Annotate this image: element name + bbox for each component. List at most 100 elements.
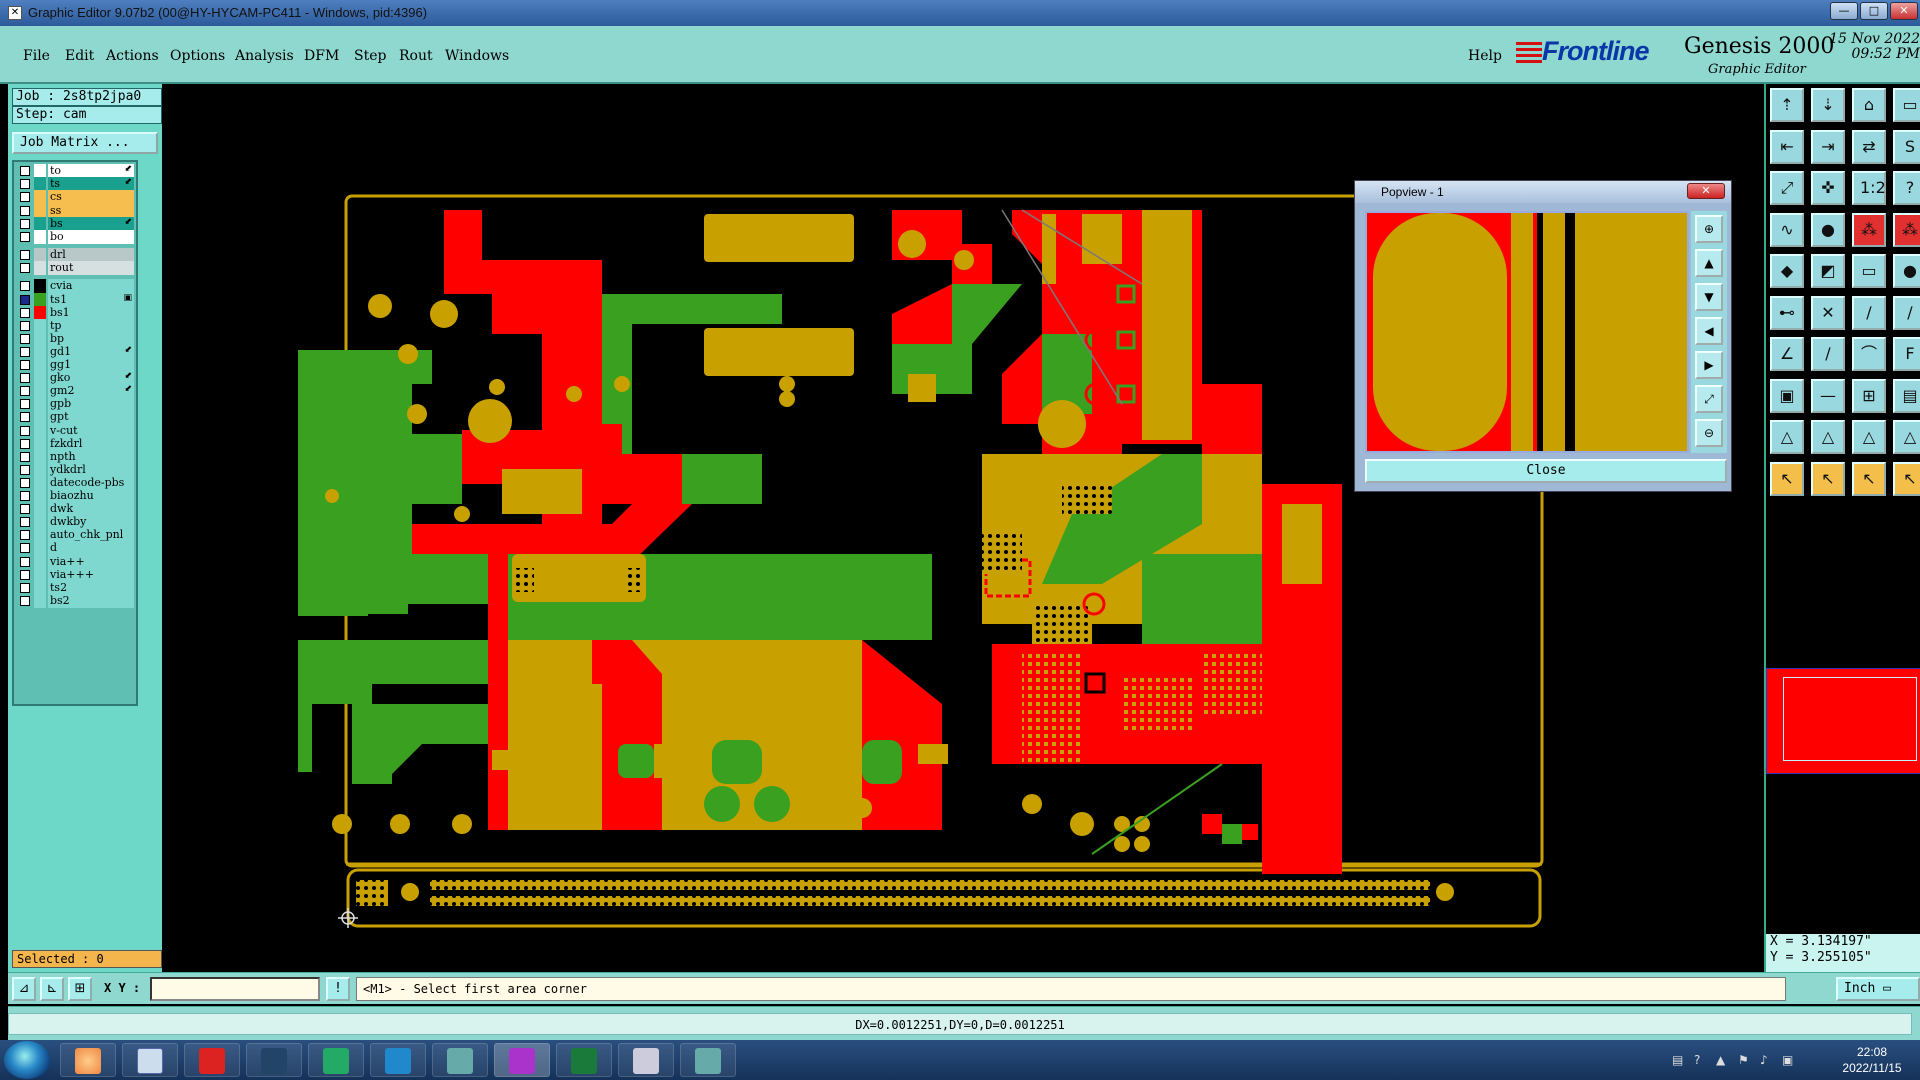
- layer-checkbox[interactable]: [20, 477, 30, 488]
- layer-color-swatch[interactable]: [34, 203, 46, 218]
- tray-volume-icon[interactable]: ♪: [1760, 1053, 1768, 1067]
- layer-row-bs[interactable]: bs ⬋: [16, 216, 138, 231]
- tool-window-button[interactable]: ▭: [1893, 88, 1920, 122]
- tool-pointer4-button[interactable]: ↖: [1893, 461, 1920, 496]
- layer-color-swatch[interactable]: [34, 177, 46, 192]
- layer-row-bs2[interactable]: bs2: [16, 593, 138, 608]
- tray-network-icon[interactable]: ▣: [1782, 1053, 1793, 1067]
- tool-tri3-button[interactable]: △: [1852, 420, 1886, 454]
- pan-down-icon[interactable]: ▼: [1695, 283, 1723, 311]
- menu-edit[interactable]: Edit: [65, 48, 94, 64]
- tool-f-button[interactable]: F: [1893, 337, 1920, 371]
- taskbar-app-white-icon[interactable]: [618, 1043, 674, 1077]
- tool-pointer2-button[interactable]: ↖: [1811, 461, 1845, 496]
- layer-checkbox[interactable]: [20, 543, 30, 554]
- menu-options[interactable]: Options: [170, 48, 225, 64]
- layer-row-gg1[interactable]: gg1: [16, 358, 138, 372]
- tool-left-button[interactable]: ⇤: [1770, 129, 1804, 164]
- unit-selector[interactable]: Inch ▭: [1836, 977, 1920, 1001]
- taskbar-save-icon[interactable]: [246, 1043, 302, 1077]
- tool-pad-button[interactable]: ◆: [1770, 254, 1804, 288]
- tool-box-button[interactable]: ▤: [1893, 378, 1920, 413]
- popview-close-button[interactable]: Close: [1365, 459, 1727, 483]
- taskbar-clock[interactable]: 22:08 2022/11/15: [1830, 1044, 1914, 1076]
- tool-tri-button[interactable]: △: [1770, 420, 1804, 454]
- layer-color-swatch[interactable]: [34, 358, 46, 372]
- layer-color-swatch[interactable]: [34, 305, 46, 320]
- tool-zoom-button[interactable]: ✜: [1811, 171, 1845, 205]
- layer-color-swatch[interactable]: [34, 567, 46, 582]
- tool-net2-button[interactable]: ⁂: [1893, 212, 1920, 247]
- tray-arrow-icon[interactable]: ▲: [1716, 1053, 1725, 1067]
- tool-angle-button[interactable]: ∠: [1770, 337, 1804, 371]
- layer-row-bs1[interactable]: bs1: [16, 305, 138, 320]
- layer-row-ts[interactable]: ts ⬋: [16, 177, 138, 192]
- layer-color-swatch[interactable]: [34, 397, 46, 412]
- layer-checkbox[interactable]: [20, 205, 30, 216]
- layer-color-swatch[interactable]: [34, 580, 46, 595]
- layer-color-swatch[interactable]: [34, 489, 46, 503]
- minimap[interactable]: [1766, 668, 1920, 774]
- layer-checkbox[interactable]: [20, 166, 30, 176]
- layer-color-swatch[interactable]: [34, 248, 46, 263]
- layer-row-dwkby[interactable]: dwkby: [16, 515, 138, 530]
- taskbar-app-blue-icon[interactable]: [370, 1043, 426, 1077]
- taskbar-app-green-icon[interactable]: [308, 1043, 364, 1077]
- layer-checkbox[interactable]: [20, 530, 30, 541]
- layer-row-dwk[interactable]: dwk: [16, 502, 138, 517]
- taskbar-eye2-icon[interactable]: [680, 1043, 736, 1077]
- tool-slash-button[interactable]: ∕: [1811, 337, 1845, 371]
- layer-checkbox[interactable]: [20, 556, 30, 567]
- layer-color-swatch[interactable]: [34, 384, 46, 399]
- layer-checkbox[interactable]: [20, 192, 30, 203]
- menu-analysis[interactable]: Analysis: [235, 48, 294, 64]
- layer-row-rout[interactable]: rout: [16, 261, 138, 276]
- tool-swap-button[interactable]: ⇄: [1852, 129, 1886, 164]
- layer-color-swatch[interactable]: [34, 554, 46, 569]
- layer-color-swatch[interactable]: [34, 423, 46, 438]
- zoom-in-icon[interactable]: ⊕: [1695, 215, 1723, 243]
- layer-color-swatch[interactable]: [34, 371, 46, 386]
- layer-checkbox[interactable]: [20, 517, 30, 528]
- menu-dfm[interactable]: DFM: [304, 48, 339, 64]
- layer-color-swatch[interactable]: [34, 292, 46, 307]
- layer-row-ss[interactable]: ss: [16, 203, 138, 218]
- tool-x-button[interactable]: ✕: [1811, 295, 1845, 330]
- tool-arc-button[interactable]: ⌒: [1852, 337, 1886, 371]
- layer-color-swatch[interactable]: [34, 216, 46, 231]
- tool-ratio-button[interactable]: 1:2: [1852, 171, 1886, 205]
- layer-row-gd1[interactable]: gd1 ⬋: [16, 344, 138, 359]
- layer-color-swatch[interactable]: [34, 502, 46, 517]
- menu-windows[interactable]: Windows: [445, 48, 509, 64]
- minimize-button[interactable]: —: [1830, 2, 1858, 20]
- layer-color-swatch[interactable]: [34, 541, 46, 556]
- tool-tri4-button[interactable]: △: [1893, 420, 1920, 454]
- menu-file[interactable]: File: [23, 48, 50, 64]
- menu-step[interactable]: Step: [354, 48, 386, 64]
- layer-color-swatch[interactable]: [34, 528, 46, 543]
- layer-checkbox[interactable]: [20, 250, 30, 261]
- tray-help-icon[interactable]: ?: [1694, 1053, 1700, 1067]
- taskbar-excel-icon[interactable]: [556, 1043, 612, 1077]
- tool-invert-button[interactable]: ◩: [1811, 254, 1845, 288]
- layer-row-gpt[interactable]: gpt: [16, 410, 138, 425]
- layer-row-via[interactable]: via++: [16, 554, 138, 569]
- popview-titlebar[interactable]: Popview - 1: [1355, 181, 1731, 203]
- layer-color-swatch[interactable]: [34, 331, 46, 346]
- layer-checkbox[interactable]: [20, 399, 30, 410]
- layer-checkbox[interactable]: [20, 232, 30, 242]
- layer-row-datecode-pbs[interactable]: datecode-pbs: [16, 475, 138, 490]
- pan-up-icon[interactable]: ▲: [1695, 249, 1723, 277]
- menu-rout[interactable]: Rout: [399, 48, 433, 64]
- tool-layer-up-button[interactable]: ⇡: [1770, 88, 1804, 122]
- layer-color-swatch[interactable]: [34, 318, 46, 333]
- job-matrix-button[interactable]: Job Matrix ...: [12, 132, 158, 154]
- fit-icon[interactable]: ⤢: [1695, 385, 1723, 413]
- layer-row-drl[interactable]: drl: [16, 248, 138, 263]
- layer-color-swatch[interactable]: [34, 410, 46, 425]
- layer-checkbox[interactable]: [20, 595, 30, 606]
- tool-tri2-button[interactable]: △: [1811, 420, 1845, 454]
- layer-row-gm2[interactable]: gm2 ⬋: [16, 384, 138, 399]
- layer-row-d[interactable]: d: [16, 541, 138, 556]
- tray-flag-icon[interactable]: ⚑: [1738, 1053, 1749, 1067]
